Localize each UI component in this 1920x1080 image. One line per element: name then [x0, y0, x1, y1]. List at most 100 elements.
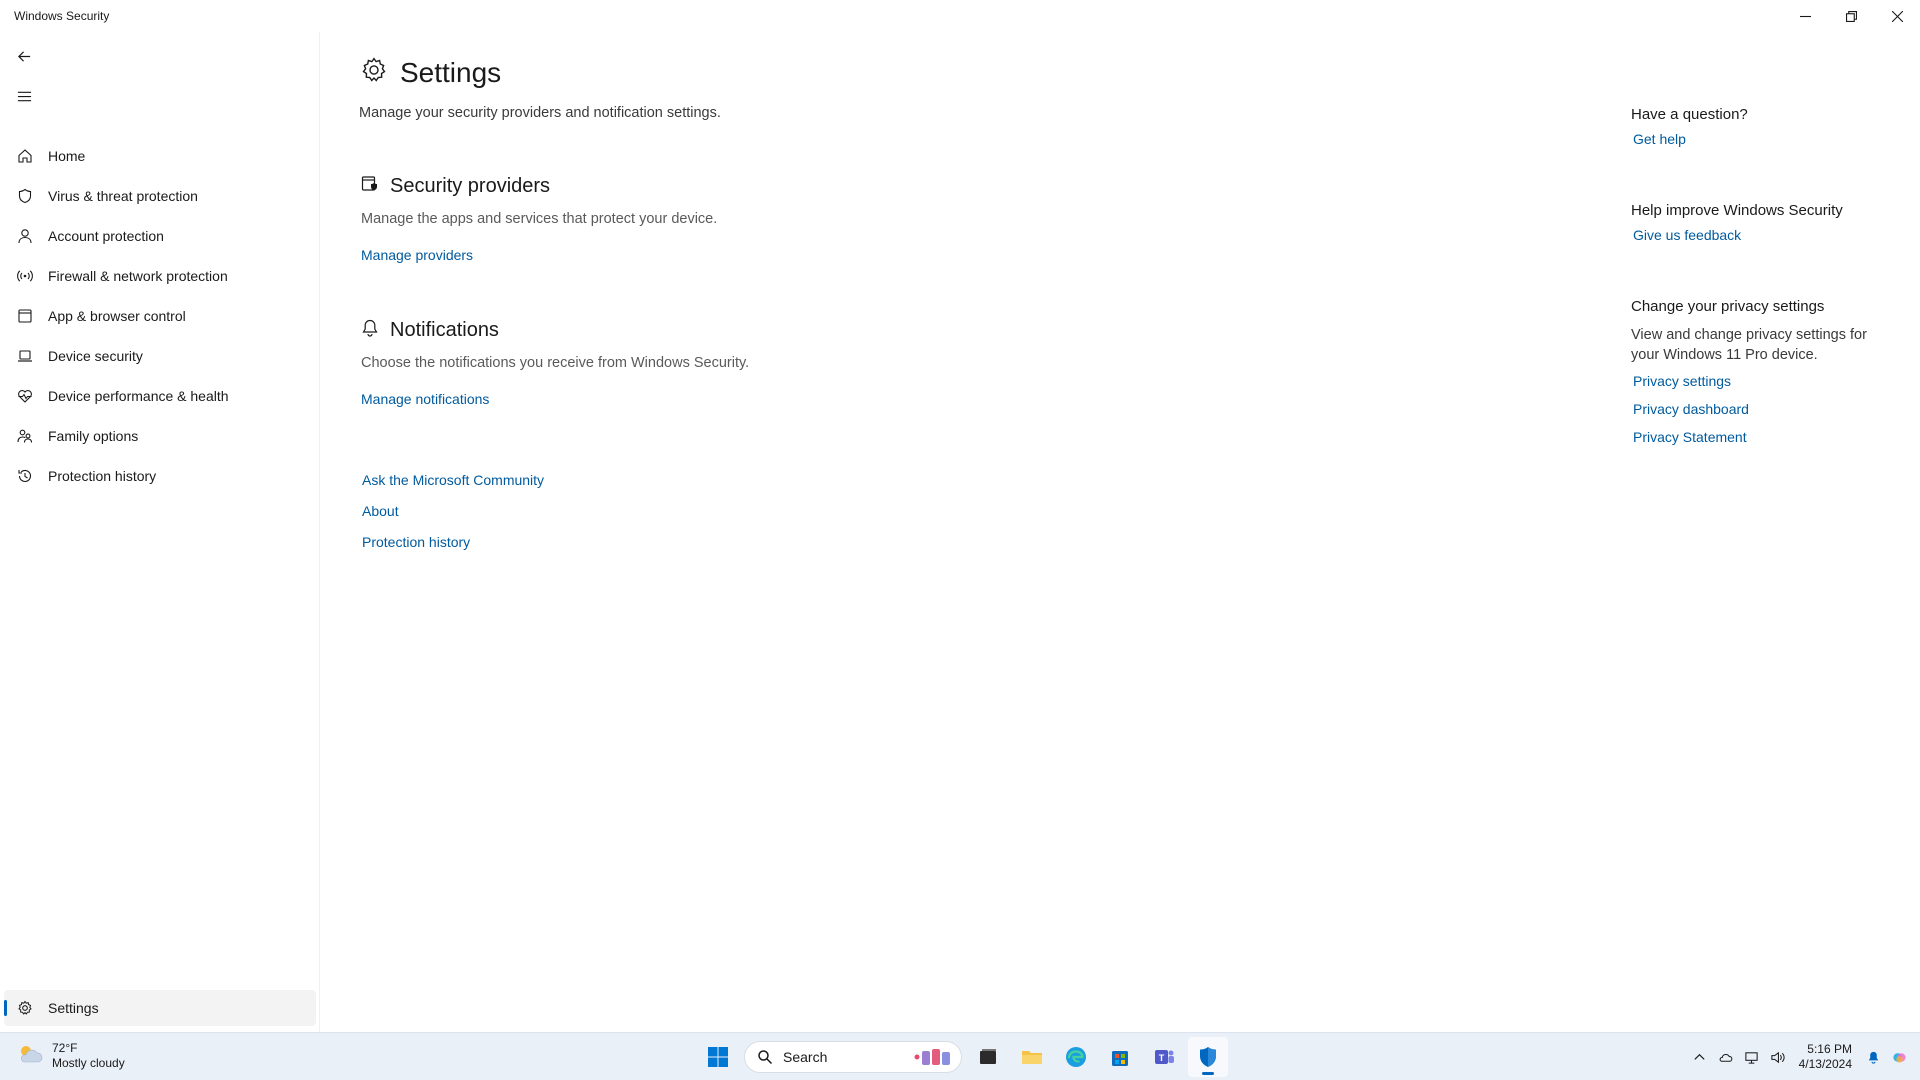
sidebar-item-virus-threat[interactable]: Virus & threat protection [0, 176, 320, 216]
page-description: Manage your security providers and notif… [359, 105, 721, 121]
sidebar-item-label: Home [48, 148, 86, 164]
show-hidden-icons-button[interactable] [1689, 1046, 1711, 1068]
sidebar-item-firewall[interactable]: Firewall & network protection [0, 256, 320, 296]
sidebar-item-label: App & browser control [48, 308, 186, 324]
shield-icon [1200, 1047, 1216, 1067]
sidebar-item-label: Device performance & health [48, 388, 229, 404]
weather-condition: Mostly cloudy [52, 1056, 125, 1070]
cloud-icon [1719, 1053, 1733, 1062]
start-button[interactable] [698, 1037, 738, 1077]
manage-notifications-link[interactable]: Manage notifications [361, 391, 489, 407]
hamburger-icon [17, 91, 31, 101]
minimize-button[interactable] [1782, 0, 1828, 32]
feedback-block: Help improve Windows Security Give us fe… [1631, 202, 1911, 247]
teams-button[interactable]: T [1144, 1037, 1184, 1077]
speaker-icon [1771, 1051, 1785, 1063]
main-content: Settings Manage your security providers … [320, 32, 1610, 1032]
copilot-button[interactable] [1888, 1046, 1910, 1068]
bell-icon [1868, 1051, 1878, 1064]
search-icon [758, 1050, 773, 1065]
section-title: Notifications [390, 319, 499, 341]
gear-icon [18, 1000, 32, 1015]
wifi-icon [17, 270, 33, 282]
notification-center-button[interactable] [1862, 1046, 1884, 1068]
sidebar-item-performance-health[interactable]: Device performance & health [0, 376, 320, 416]
page-title: Settings [400, 56, 502, 88]
sidebar-item-settings[interactable]: Settings [4, 990, 316, 1026]
get-help-link[interactable]: Get help [1633, 131, 1911, 151]
back-button[interactable] [10, 42, 38, 70]
nav-list: Home Virus & threat protection Account p… [0, 136, 320, 496]
feedback-heading: Help improve Windows Security [1631, 202, 1843, 219]
restore-icon [1845, 10, 1857, 22]
task-view-button[interactable] [968, 1037, 1008, 1077]
weather-temp: 72°F [52, 1041, 78, 1055]
notifications-section: Notifications Choose the notifications y… [360, 318, 749, 409]
home-icon [18, 149, 32, 163]
taskbar-search[interactable]: Search [744, 1041, 962, 1073]
sidebar-item-label: Virus & threat protection [48, 188, 198, 204]
ask-community-link[interactable]: Ask the Microsoft Community [362, 470, 544, 501]
clock[interactable]: 5:16 PM 4/13/2024 [1799, 1042, 1852, 1072]
security-providers-section: Security providers Manage the apps and s… [360, 174, 717, 265]
help-block: Have a question? Get help [1631, 106, 1911, 151]
store-button[interactable] [1100, 1037, 1140, 1077]
history-icon [18, 469, 32, 482]
chevron-up-icon [1694, 1053, 1705, 1060]
sidebar-item-app-browser[interactable]: App & browser control [0, 296, 320, 336]
protection-history-link[interactable]: Protection history [362, 532, 544, 563]
back-arrow-icon [17, 50, 30, 62]
app-window-icon [18, 309, 32, 323]
windows-security-button[interactable] [1188, 1037, 1228, 1077]
file-explorer-button[interactable] [1012, 1037, 1052, 1077]
window-title: Windows Security [14, 9, 110, 23]
close-button[interactable] [1874, 0, 1920, 32]
privacy-heading: Change your privacy settings [1631, 298, 1825, 315]
manage-providers-link[interactable]: Manage providers [361, 247, 473, 263]
sidebar-item-home[interactable]: Home [0, 136, 320, 176]
privacy-text: View and change privacy settings for you… [1631, 327, 1867, 363]
restore-button[interactable] [1828, 0, 1874, 32]
network-button[interactable] [1741, 1046, 1763, 1068]
sidebar-item-label: Account protection [48, 228, 164, 244]
help-heading: Have a question? [1631, 106, 1748, 123]
sidebar-item-label: Family options [48, 428, 139, 444]
privacy-settings-link[interactable]: Privacy settings [1633, 373, 1911, 393]
volume-button[interactable] [1767, 1046, 1789, 1068]
heart-icon [18, 390, 32, 403]
edge-browser-icon [1066, 1047, 1086, 1067]
privacy-dashboard-link[interactable]: Privacy dashboard [1633, 401, 1911, 421]
section-description: Choose the notifications you receive fro… [361, 355, 750, 371]
task-view-icon [980, 1049, 996, 1064]
windows-logo-icon [708, 1047, 728, 1067]
system-tray: 5:16 PM 4/13/2024 [1687, 1037, 1912, 1077]
edge-button[interactable] [1056, 1037, 1096, 1077]
sidebar-item-account[interactable]: Account protection [0, 216, 320, 256]
sidebar-item-label: Protection history [48, 468, 157, 484]
weather-widget[interactable]: 72°F Mostly cloudy [16, 1041, 125, 1071]
store-icon [1112, 1051, 1128, 1066]
footer-links: Ask the Microsoft Community About Protec… [362, 470, 544, 563]
svg-text:T: T [1159, 1053, 1165, 1063]
search-highlight-icon [913, 1047, 953, 1067]
about-link[interactable]: About [362, 501, 544, 532]
monitor-network-icon [1745, 1051, 1758, 1064]
sidebar-item-family[interactable]: Family options [0, 416, 320, 456]
give-feedback-link[interactable]: Give us feedback [1633, 227, 1911, 247]
search-label: Search [783, 1049, 828, 1065]
sidebar: Home Virus & threat protection Account p… [0, 32, 320, 1032]
window-controls [1782, 0, 1920, 32]
menu-button[interactable] [10, 82, 38, 110]
privacy-block: Change your privacy settings View and ch… [1631, 298, 1911, 449]
clock-date: 4/13/2024 [1798, 1057, 1852, 1071]
onedrive-button[interactable] [1715, 1046, 1737, 1068]
section-description: Manage the apps and services that protec… [361, 211, 718, 227]
privacy-statement-link[interactable]: Privacy Statement [1633, 429, 1911, 449]
security-provider-icon [361, 176, 377, 191]
sidebar-item-protection-history[interactable]: Protection history [0, 456, 320, 496]
sidebar-item-device-security[interactable]: Device security [0, 336, 320, 376]
laptop-icon [18, 350, 32, 362]
sidebar-item-label: Firewall & network protection [48, 268, 228, 284]
sidebar-item-label: Device security [48, 348, 143, 364]
title-bar: Windows Security [0, 0, 1920, 32]
